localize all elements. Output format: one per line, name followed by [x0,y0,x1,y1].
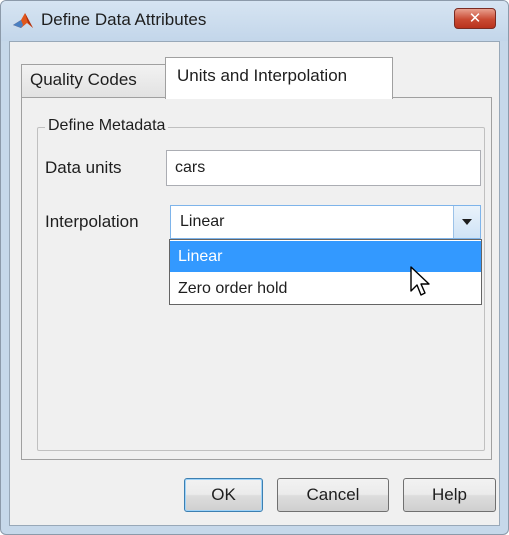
tab-label: Quality Codes [30,70,137,89]
matlab-logo-icon [13,13,33,28]
interpolation-selected-value: Linear [180,213,225,230]
title-bar[interactable]: Define Data Attributes ✕ [1,1,508,41]
tab-label: Units and Interpolation [177,66,348,85]
option-zero-order-hold[interactable]: Zero order hold [170,273,481,304]
data-units-input[interactable] [166,150,481,186]
option-linear[interactable]: Linear [170,241,481,272]
tab-quality-codes[interactable]: Quality Codes [21,64,166,97]
cancel-button[interactable]: Cancel [277,478,389,512]
chevron-down-icon[interactable] [453,206,480,238]
group-title: Define Metadata [45,117,169,135]
tab-units-and-interpolation[interactable]: Units and Interpolation [165,57,393,99]
ok-button[interactable]: OK [184,478,263,512]
mouse-pointer-icon [410,266,430,296]
window-title: Define Data Attributes [41,10,207,29]
close-button[interactable]: ✕ [454,8,496,29]
interpolation-dropdown[interactable]: Linear [170,205,481,239]
help-button[interactable]: Help [403,478,496,512]
data-units-label: Data units [45,158,122,177]
interpolation-options-list: Linear Zero order hold [169,239,482,305]
close-icon: ✕ [468,10,482,27]
interpolation-label: Interpolation [45,212,139,231]
